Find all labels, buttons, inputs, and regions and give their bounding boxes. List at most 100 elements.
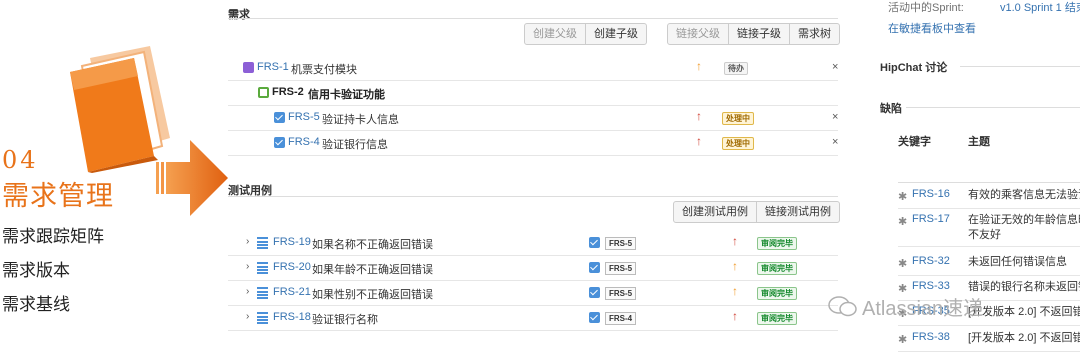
- status-badge: 待办: [724, 62, 748, 75]
- issue-key[interactable]: FRS-20: [273, 261, 311, 273]
- priority-arrow-icon: ↑: [732, 259, 738, 273]
- create-parent-button[interactable]: 创建父级: [525, 24, 586, 44]
- expand-chevron-icon[interactable]: ›: [246, 236, 249, 247]
- close-icon[interactable]: ×: [832, 61, 838, 73]
- issue-detail-panel: 需求 创建父级 创建子级 链接父级 链接子级 需求树 FRS-1 机票支付模块 …: [228, 0, 840, 356]
- priority-arrow-icon: ↑: [696, 134, 702, 148]
- bug-icon: ✱: [898, 334, 908, 346]
- issue-summary-cont: 不友好: [968, 229, 1001, 241]
- issue-key[interactable]: FRS-2: [272, 86, 304, 98]
- testcase-row[interactable]: › FRS-20 如果年龄不正确返回错误 FRS-5 ↑ 审阅完毕: [228, 256, 838, 281]
- priority-arrow-icon: ↑: [732, 309, 738, 323]
- link-testcase-button[interactable]: 链接测试用例: [757, 202, 839, 222]
- watermark-text: Atlassian速递: [862, 298, 984, 320]
- parent-child-buttons: 创建父级 创建子级: [524, 23, 647, 45]
- sprint-label: 活动中的Sprint:: [888, 2, 964, 14]
- issue-key[interactable]: FRS-32: [912, 255, 950, 267]
- issue-summary: 在验证无效的年龄信息时: [968, 214, 1080, 226]
- board-link[interactable]: 在敏捷看板中查看: [888, 20, 976, 36]
- arrow-icon: [156, 140, 228, 216]
- issue-summary: 如果性别不正确返回错误: [312, 289, 433, 301]
- status-badge: 审阅完毕: [757, 312, 797, 325]
- close-icon[interactable]: ×: [832, 111, 838, 123]
- testcase-row[interactable]: › FRS-21 如果性别不正确返回错误 FRS-5 ↑ 审阅完毕: [228, 281, 838, 306]
- requirement-tag[interactable]: FRS-4: [605, 312, 637, 325]
- issue-key[interactable]: FRS-5: [288, 111, 320, 123]
- testcase-icon: [257, 312, 268, 324]
- requirement-row[interactable]: FRS-4 验证银行信息 ↑ 处理中 ×: [228, 131, 838, 156]
- task-icon: [589, 237, 600, 248]
- status-badge: 审阅完毕: [757, 262, 797, 275]
- requirement-row[interactable]: FRS-5 验证持卡人信息 ↑ 处理中 ×: [228, 106, 838, 131]
- issue-key[interactable]: FRS-4: [288, 136, 320, 148]
- requirement-tag[interactable]: FRS-5: [605, 237, 637, 250]
- wechat-logo-icon: [828, 296, 857, 317]
- issue-key[interactable]: FRS-33: [912, 280, 950, 292]
- priority-arrow-icon: ↑: [732, 284, 738, 298]
- task-icon: [589, 312, 600, 323]
- epic-icon: [243, 62, 254, 73]
- link-child-button[interactable]: 链接子级: [729, 24, 790, 44]
- hipchat-title: HipChat 讨论: [880, 62, 948, 74]
- requirement-tree-button[interactable]: 需求树: [790, 24, 839, 44]
- expand-chevron-icon[interactable]: ›: [246, 311, 249, 322]
- issue-key[interactable]: FRS-17: [912, 213, 950, 225]
- testcase-buttons: 创建测试用例 链接测试用例: [673, 201, 840, 223]
- defect-row[interactable]: ✱ FRS-32 未返回任何错误信息: [898, 255, 1080, 276]
- priority-arrow-icon: ↑: [696, 59, 702, 73]
- issue-summary: 验证银行名称: [312, 314, 378, 326]
- issue-key[interactable]: FRS-21: [273, 286, 311, 298]
- testcase-icon: [257, 287, 268, 299]
- defects-title: 缺陷: [880, 103, 902, 115]
- task-icon: [589, 262, 600, 273]
- bug-icon: ✱: [898, 216, 908, 228]
- issue-summary: 如果名称不正确返回错误: [312, 239, 433, 251]
- issue-key[interactable]: FRS-1: [257, 61, 289, 73]
- status-badge: 审阅完毕: [757, 237, 797, 250]
- divider: [960, 66, 1080, 67]
- column-summary-header: 主题: [968, 136, 990, 148]
- status-badge: 处理中: [722, 112, 754, 125]
- issue-summary: 有效的乘客信息无法验证: [968, 189, 1080, 201]
- divider: [228, 18, 838, 19]
- issue-summary: 信用卡验证功能: [308, 89, 385, 101]
- sprint-link[interactable]: v1.0 Sprint 1 结束: [1000, 0, 1080, 15]
- issue-key[interactable]: FRS-19: [273, 236, 311, 248]
- promo-item-traceability: 需求跟踪矩阵: [2, 227, 104, 247]
- issue-summary: 机票支付模块: [291, 64, 357, 76]
- issue-key[interactable]: FRS-16: [912, 188, 950, 200]
- defect-row[interactable]: ✱ FRS-38 [开发版本 2.0] 不返回错: [898, 331, 1080, 352]
- column-key-header: 关键字: [898, 136, 931, 148]
- priority-arrow-icon: ↑: [732, 234, 738, 248]
- section-title: 需求管理: [2, 181, 114, 212]
- testcase-row[interactable]: › FRS-19 如果名称不正确返回错误 FRS-5 ↑ 审阅完毕: [228, 231, 838, 256]
- defect-row[interactable]: ✱ FRS-16 有效的乘客信息无法验证: [898, 188, 1080, 209]
- issue-summary: 如果年龄不正确返回错误: [312, 264, 433, 276]
- requirement-row[interactable]: FRS-1 机票支付模块 ↑ 待办 ×: [228, 56, 838, 81]
- close-icon[interactable]: ×: [832, 136, 838, 148]
- promo-item-baseline: 需求基线: [2, 295, 70, 315]
- issue-key[interactable]: FRS-18: [273, 311, 311, 323]
- create-testcase-button[interactable]: 创建测试用例: [674, 202, 757, 222]
- issue-summary: [开发版本 2.0] 不返回错: [968, 332, 1080, 344]
- requirement-tag[interactable]: FRS-5: [605, 287, 637, 300]
- section-number: 04: [2, 146, 39, 174]
- promo-item-version: 需求版本: [2, 261, 70, 281]
- defect-row[interactable]: ✱ FRS-17 在验证无效的年龄信息时 不友好: [898, 213, 1080, 247]
- issue-summary: [开发版本 2.0] 不返回错: [968, 306, 1080, 318]
- requirement-tag[interactable]: FRS-5: [605, 262, 637, 275]
- status-badge: 审阅完毕: [757, 287, 797, 300]
- divider: [228, 196, 838, 197]
- testcase-row[interactable]: › FRS-18 验证银行名称 FRS-4 ↑ 审阅完毕: [228, 306, 838, 331]
- link-parent-button[interactable]: 链接父级: [668, 24, 729, 44]
- issue-summary: 错误的银行名称未返回错: [968, 281, 1080, 293]
- testcase-icon: [257, 237, 268, 249]
- issue-summary: 验证银行信息: [322, 139, 388, 151]
- requirement-row[interactable]: FRS-2 信用卡验证功能: [228, 81, 838, 106]
- expand-chevron-icon[interactable]: ›: [246, 286, 249, 297]
- issue-summary: 验证持卡人信息: [322, 114, 399, 126]
- expand-chevron-icon[interactable]: ›: [246, 261, 249, 272]
- create-child-button[interactable]: 创建子级: [586, 24, 646, 44]
- issue-key[interactable]: FRS-38: [912, 331, 950, 343]
- bug-icon: ✱: [898, 191, 908, 203]
